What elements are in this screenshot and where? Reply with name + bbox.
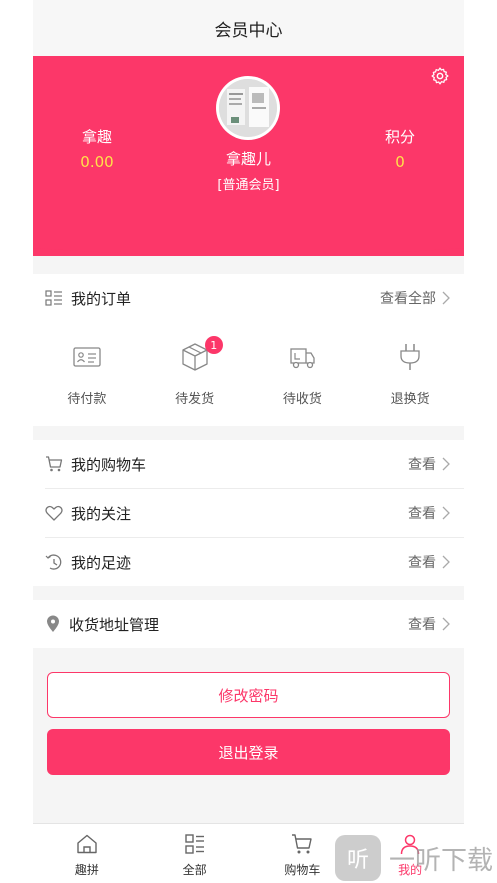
address-card: 收货地址管理 查看: [33, 600, 464, 648]
pending-payment-label: 待付款: [67, 392, 107, 407]
follow-title: 我的关注: [71, 504, 132, 523]
address-title: 收货地址管理: [69, 615, 160, 634]
pending-receipt-label: 待收货: [282, 392, 322, 407]
footprint-title: 我的足迹: [71, 553, 132, 572]
view-label: 查看: [408, 457, 436, 473]
view-all-label: 查看全部: [380, 291, 436, 307]
wallet-card-icon: [73, 347, 101, 367]
settings-gear-icon[interactable]: [430, 66, 450, 86]
tab-all[interactable]: 全部: [141, 824, 249, 883]
pending-payment[interactable]: 待付款: [33, 332, 141, 407]
watermark: 听 一听下载: [335, 835, 493, 881]
list-icon: [184, 834, 204, 854]
points-label: 积分: [384, 128, 415, 146]
tab-all-label: 全部: [182, 863, 207, 877]
address-row[interactable]: 收货地址管理 查看: [45, 600, 450, 648]
truck-icon: [290, 348, 316, 369]
header-curve: [33, 238, 464, 256]
account-actions: 修改密码 退出登录: [33, 648, 464, 823]
orders-title: 我的订单: [71, 289, 132, 308]
view-all-orders-link[interactable]: 查看全部: [380, 288, 450, 308]
view-follow-link[interactable]: 查看: [408, 503, 450, 523]
heart-icon: [45, 505, 63, 521]
pending-shipment[interactable]: 1 待发货: [141, 332, 249, 407]
points-value: 0: [395, 153, 405, 171]
chevron-right-icon: [442, 555, 450, 569]
tab-home-label: 趣拼: [74, 863, 99, 877]
cart-row[interactable]: 我的购物车 查看: [45, 440, 450, 488]
avatar[interactable]: [216, 76, 280, 140]
app-frame: 会员中心 拿趣 0.00 拿趣儿 [普通会员] 积分 0 我的订单 查看全部 待…: [33, 0, 464, 883]
returns-exchange[interactable]: 退换货: [356, 332, 464, 407]
orders-header[interactable]: 我的订单 查看全部: [45, 274, 450, 322]
footprint-icon: [45, 554, 62, 570]
view-label: 查看: [408, 617, 436, 633]
pending-shipment-label: 待发货: [175, 392, 215, 407]
notification-badge: 1: [204, 336, 223, 354]
balance-label: 拿趣: [81, 128, 112, 146]
top-bar: 会员中心: [33, 0, 464, 56]
member-level: [普通会员]: [217, 178, 280, 193]
chevron-right-icon: [442, 291, 450, 305]
watermark-logo: 听: [335, 835, 381, 881]
points-stat[interactable]: 积分 0: [350, 126, 450, 171]
home-icon: [77, 834, 97, 854]
page-title: 会员中心: [214, 20, 283, 41]
cart-icon: [46, 456, 63, 472]
plug-icon: [400, 344, 420, 370]
profile-header: 拿趣 0.00 拿趣儿 [普通会员] 积分 0: [33, 56, 464, 256]
follow-row[interactable]: 我的关注 查看: [45, 489, 450, 537]
cart-icon: [292, 834, 313, 854]
location-pin-icon: [47, 615, 59, 632]
tab-cart-label: 购物车: [284, 863, 321, 877]
view-address-link[interactable]: 查看: [408, 614, 450, 634]
orders-list-icon: [45, 290, 62, 306]
footprint-row[interactable]: 我的足迹 查看: [45, 538, 450, 586]
chevron-right-icon: [442, 506, 450, 520]
order-status-row: 待付款 1 待发货 待收货 退换货: [33, 332, 464, 407]
tab-home[interactable]: 趣拼: [33, 824, 141, 883]
returns-label: 退换货: [390, 392, 430, 407]
view-label: 查看: [408, 555, 436, 571]
view-cart-link[interactable]: 查看: [408, 454, 450, 474]
cart-title: 我的购物车: [71, 455, 147, 474]
chevron-right-icon: [442, 457, 450, 471]
pending-receipt[interactable]: 待收货: [249, 332, 357, 407]
view-footprint-link[interactable]: 查看: [408, 552, 450, 572]
chevron-right-icon: [442, 617, 450, 631]
change-password-button[interactable]: 修改密码: [47, 672, 450, 718]
avatar-image: [219, 79, 277, 137]
view-label: 查看: [408, 506, 436, 522]
shortcuts-card: 我的购物车 查看 我的关注 查看 我的足迹 查看: [33, 440, 464, 586]
orders-card: 我的订单 查看全部 待付款 1 待发货 待收货 退换货: [33, 274, 464, 426]
watermark-text: 一听下载: [389, 845, 494, 876]
logout-button[interactable]: 退出登录: [47, 729, 450, 775]
